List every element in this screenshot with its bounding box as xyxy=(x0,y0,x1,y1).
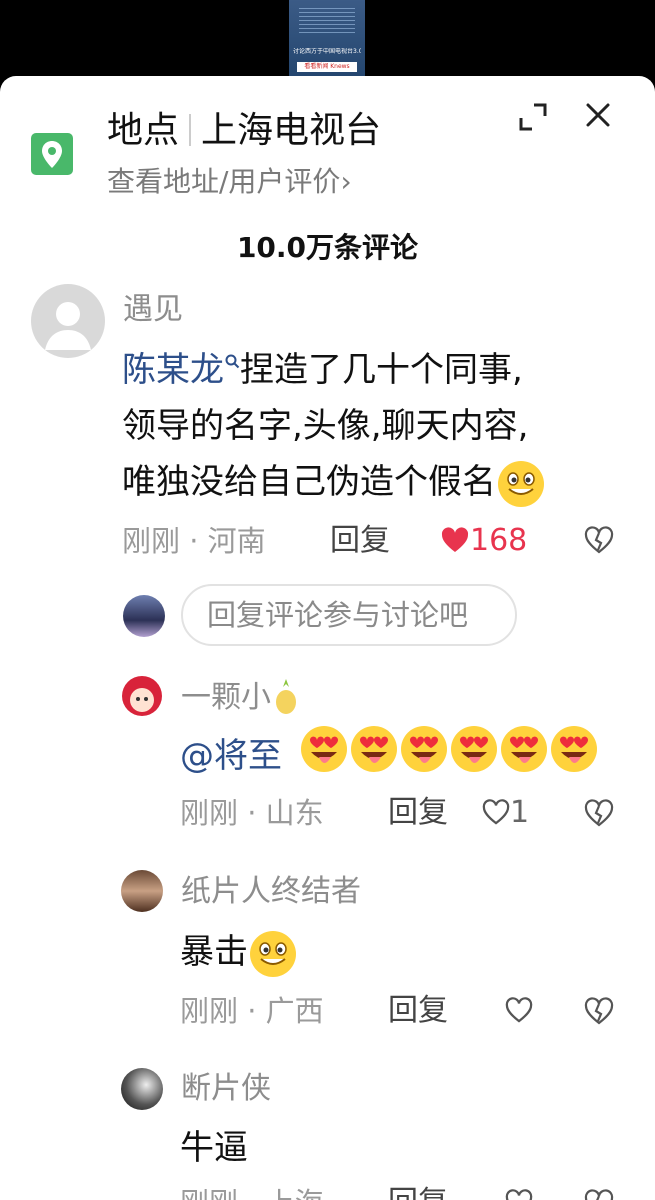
reply-meta: 刚刚 · 广西 xyxy=(180,992,324,1030)
reply-text: 暴击 xyxy=(180,924,298,980)
reply-time: 刚刚 xyxy=(180,994,239,1028)
location-pin-icon[interactable] xyxy=(31,133,73,175)
comment-line-2: 领导的名字,头像,聊天内容, xyxy=(122,406,529,446)
reply-meta: 刚刚 · 上海 xyxy=(180,1184,324,1200)
grin-emoji-icon xyxy=(250,930,296,977)
like-button[interactable]: 168 xyxy=(440,522,527,560)
heart-eyes-emoji-row xyxy=(299,724,599,791)
location-label: 地点 xyxy=(107,110,180,151)
search-mini-icon[interactable] xyxy=(224,353,240,369)
like-button[interactable] xyxy=(505,1189,533,1200)
like-button[interactable]: 1 xyxy=(482,794,529,832)
reply-meta: 刚刚 · 山东 xyxy=(180,794,324,832)
title-divider xyxy=(189,114,192,146)
reply-username-text: 一颗小 xyxy=(181,680,271,715)
reply-input[interactable]: 回复评论参与讨论吧 xyxy=(181,584,517,646)
heart-icon xyxy=(505,997,533,1023)
meta-separator: · xyxy=(238,1186,266,1200)
heart-eyes-emoji-icon xyxy=(300,726,597,772)
heart-icon xyxy=(441,527,469,552)
video-thumbnail[interactable]: 讨论西方于中国电视台3.0 看看新闻 Knews xyxy=(289,0,365,76)
location-name: 上海电视台 xyxy=(201,110,382,151)
comment-region: 河南 xyxy=(207,524,266,558)
reply-mention[interactable]: @将至 xyxy=(180,736,282,776)
reply-text: 牛逼 xyxy=(180,1128,248,1168)
avatar[interactable] xyxy=(31,284,105,358)
avatar[interactable] xyxy=(121,870,163,912)
reply-button[interactable]: 回复 xyxy=(388,992,448,1030)
comment-meta: 刚刚 · 河南 xyxy=(122,522,266,560)
grin-emoji-icon xyxy=(498,460,544,507)
reply-time: 刚刚 xyxy=(180,1186,238,1200)
expand-icon[interactable] xyxy=(518,102,548,132)
location-address-link[interactable]: 查看地址/用户评价› xyxy=(107,164,352,200)
comment-line-3: 唯独没给自己伪造个假名 xyxy=(122,462,496,502)
thumbnail-caption: 讨论西方于中国电视台3.0 xyxy=(293,48,361,55)
location-title[interactable]: 地点 上海电视台 xyxy=(107,109,381,153)
heart-icon xyxy=(505,1189,533,1200)
avatar[interactable] xyxy=(121,1068,163,1110)
comments-sheet: 地点 上海电视台 查看地址/用户评价› 10.0万条评论 遇见 陈某龙 捏造了几十个… xyxy=(0,76,655,1200)
comments-count: 10.0万条评论 xyxy=(236,231,419,264)
broken-heart-icon xyxy=(584,799,614,827)
mention-link[interactable]: 陈某龙 xyxy=(122,350,224,390)
broken-heart-icon xyxy=(584,526,614,554)
chevron-right-icon: › xyxy=(340,165,352,198)
comment-line-1: 捏造了几十个同事, xyxy=(240,350,523,390)
reply-region: 上海 xyxy=(266,1186,324,1200)
broken-heart-icon xyxy=(584,1189,614,1200)
dislike-button[interactable] xyxy=(584,1189,614,1200)
reply-username[interactable]: 纸片人终结者 xyxy=(181,873,361,911)
like-count: 1 xyxy=(510,795,530,830)
like-button[interactable] xyxy=(505,997,533,1027)
thumbnail-brand: 看看新闻 Knews xyxy=(297,62,357,72)
reply-region: 山东 xyxy=(265,796,324,830)
my-avatar xyxy=(123,595,165,637)
comment-username[interactable]: 遇见 xyxy=(123,291,183,329)
broken-heart-icon xyxy=(584,997,614,1025)
reply-button[interactable]: 回复 xyxy=(330,522,390,560)
dislike-button[interactable] xyxy=(584,526,614,558)
comment-text: 陈某龙 捏造了几十个同事, 领导的名字,头像,聊天内容, 唯独没给自己伪造个假名 xyxy=(122,342,546,510)
comment-time: 刚刚 xyxy=(122,524,181,558)
reply-username[interactable]: 一颗小 xyxy=(181,677,301,717)
meta-separator: · xyxy=(180,524,208,558)
heart-icon xyxy=(482,799,510,825)
meta-separator: · xyxy=(238,994,266,1028)
reply-username[interactable]: 断片侠 xyxy=(181,1070,271,1108)
pineapple-icon xyxy=(276,679,296,714)
close-icon[interactable] xyxy=(585,102,611,128)
reply-text-content: 暴击 xyxy=(180,932,248,972)
reply-button[interactable]: 回复 xyxy=(388,794,448,832)
reply-button[interactable]: 回复 xyxy=(388,1184,448,1200)
dislike-button[interactable] xyxy=(584,997,614,1029)
dislike-button[interactable] xyxy=(584,799,614,831)
avatar[interactable] xyxy=(121,675,163,717)
like-count: 168 xyxy=(470,523,528,558)
meta-separator: · xyxy=(238,796,266,830)
thumbnail-text-lines xyxy=(299,8,355,36)
location-sub-label: 查看地址/用户评价 xyxy=(107,165,341,198)
reply-time: 刚刚 xyxy=(180,796,239,830)
reply-text: @将至 xyxy=(180,724,599,791)
reply-region: 广西 xyxy=(265,994,324,1028)
